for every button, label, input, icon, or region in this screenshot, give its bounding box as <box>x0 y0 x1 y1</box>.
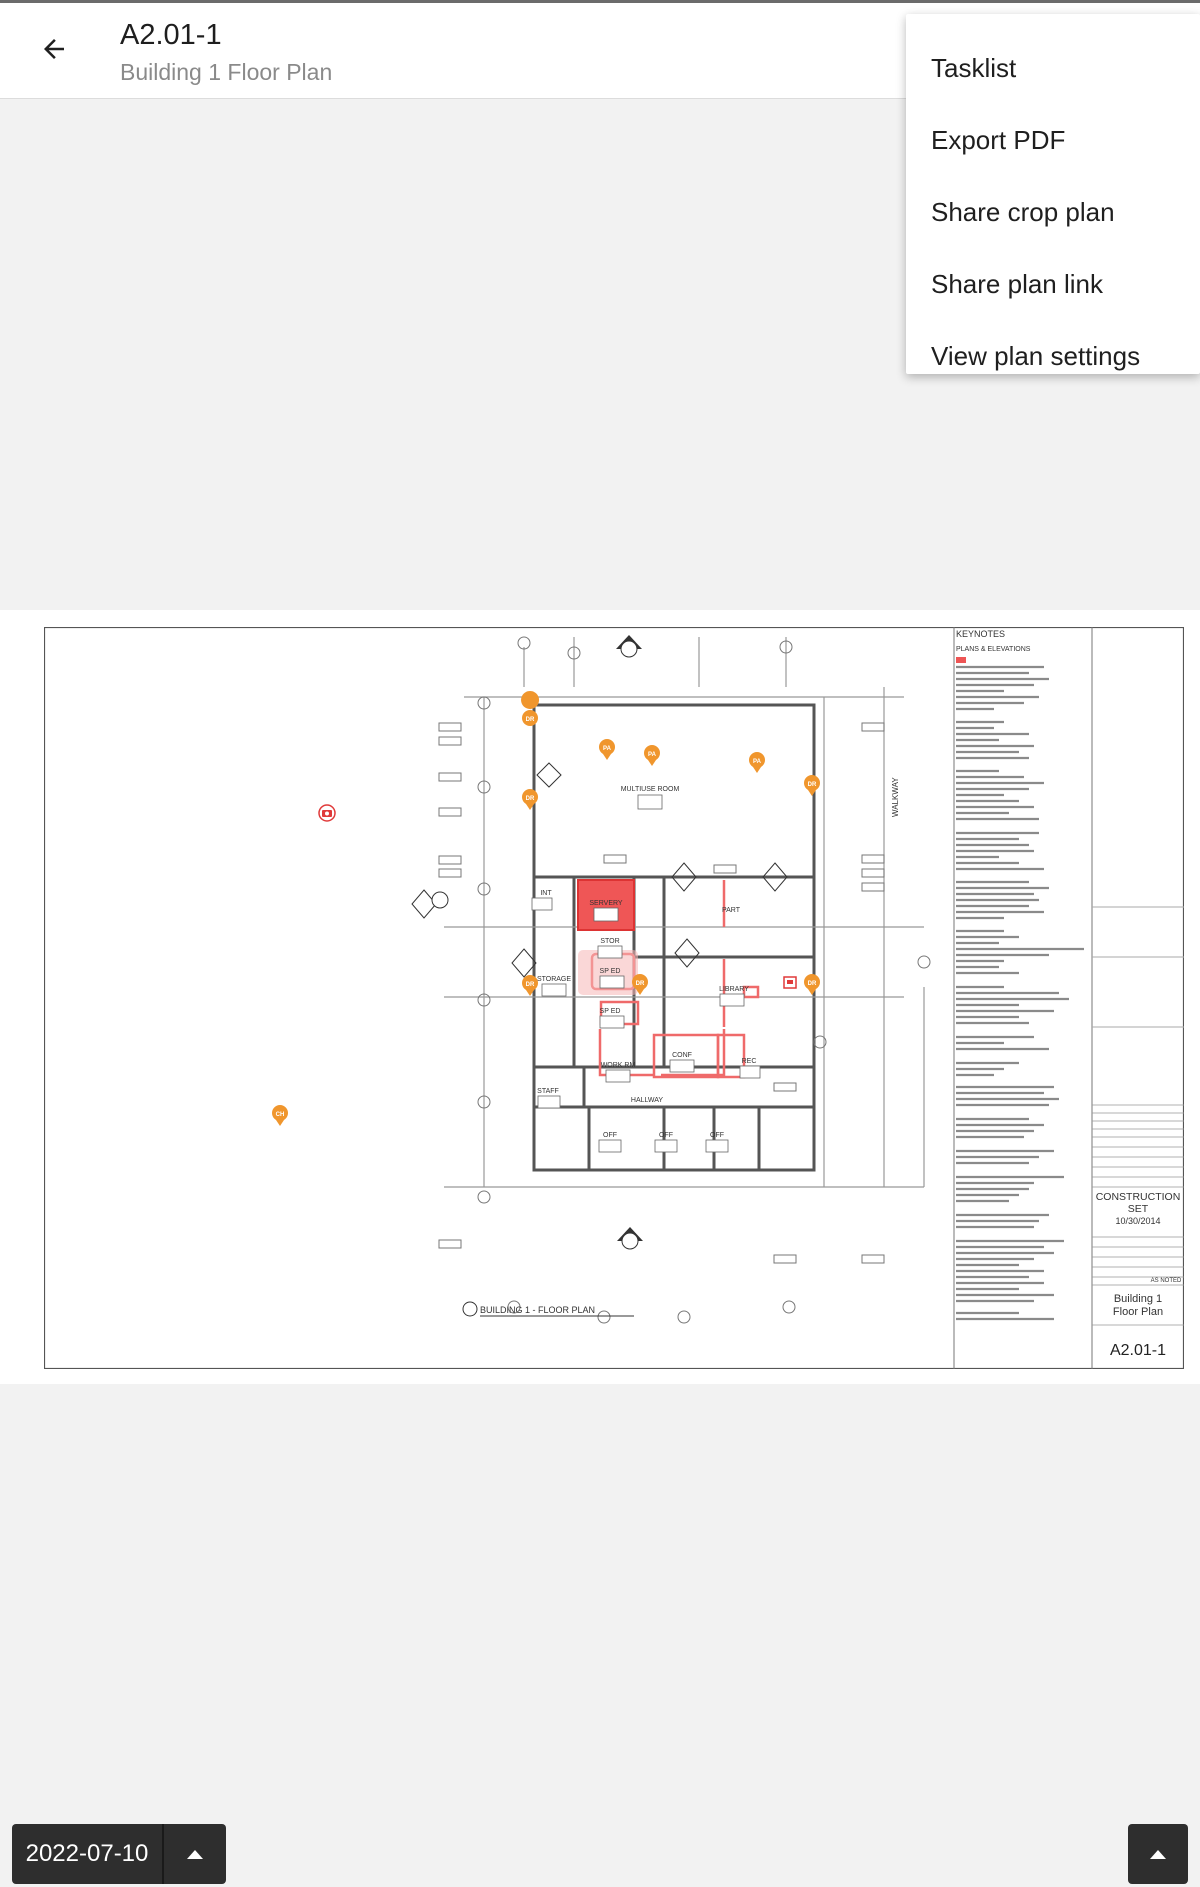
svg-text:DR: DR <box>526 717 535 723</box>
date-expand-button[interactable] <box>164 1824 226 1884</box>
svg-text:DR: DR <box>808 782 817 788</box>
room-label-stor: STOR <box>600 938 619 945</box>
page-subtitle: Building 1 Floor Plan <box>120 59 333 85</box>
title-block-set-line-2: SET <box>1128 1203 1149 1215</box>
title-block-set-date: 10/30/2014 <box>1115 1216 1160 1226</box>
room-label-hallway: HALLWAY <box>631 1097 663 1104</box>
svg-text:PA: PA <box>753 759 762 765</box>
expand-panel-button[interactable] <box>1128 1824 1188 1884</box>
room-label-sped-2: SP ED <box>600 1008 621 1015</box>
room-label-work: WORK RM <box>601 1062 636 1069</box>
floor-plan-drawing[interactable]: CONSTRUCTION SET 10/30/2014 AS NOTED Bui… <box>44 627 1184 1369</box>
room-label-int: INT <box>540 890 552 897</box>
menu-item-share-crop-plan[interactable]: Share crop plan <box>906 176 1200 248</box>
menu-item-export-pdf[interactable]: Export PDF <box>906 104 1200 176</box>
svg-text:DR: DR <box>636 981 645 987</box>
walkway-label: WALKWAY <box>891 777 900 817</box>
triangle-up-icon <box>187 1849 203 1859</box>
svg-text:PA: PA <box>648 752 657 758</box>
room-label-sped-1: SP ED <box>600 968 621 975</box>
svg-text:PA: PA <box>603 746 612 752</box>
room-label-staff: STAFF <box>537 1088 559 1095</box>
menu-item-view-plan-settings[interactable]: View plan settings <box>906 320 1200 392</box>
title-block-sheet-title-1: Building 1 <box>1114 1293 1162 1305</box>
room-label-off-1: OFF <box>603 1132 617 1139</box>
title-block-sheet-title-2: Floor Plan <box>1113 1306 1163 1318</box>
room-label-rec: REC <box>742 1058 757 1065</box>
plan-viewer[interactable]: CONSTRUCTION SET 10/30/2014 AS NOTED Bui… <box>0 610 1200 1384</box>
svg-text:DR: DR <box>526 982 535 988</box>
svg-text:DR: DR <box>526 796 535 802</box>
room-label-part: PART <box>722 907 741 914</box>
room-label-multiuse: MULTIUSE ROOM <box>621 786 680 793</box>
back-button[interactable] <box>30 25 78 73</box>
room-label-storage: STORAGE <box>537 976 571 983</box>
menu-item-share-plan-link[interactable]: Share plan link <box>906 248 1200 320</box>
room-label-library: LIBRARY <box>719 986 749 993</box>
plan-caption: BUILDING 1 - FLOOR PLAN <box>480 1305 595 1315</box>
room-label-off-2: OFF <box>659 1132 673 1139</box>
title-block-set-line-1: CONSTRUCTION <box>1096 1191 1181 1203</box>
title-block-scale: AS NOTED <box>1151 1278 1182 1284</box>
keynotes-subtitle: PLANS & ELEVATIONS <box>956 646 1031 653</box>
overflow-menu: Tasklist Export PDF Share crop plan Shar… <box>906 14 1200 374</box>
page-title: A2.01-1 <box>120 19 222 51</box>
room-label-off-3: OFF <box>710 1132 724 1139</box>
svg-text:DR: DR <box>808 981 817 987</box>
keynotes-title: KEYNOTES <box>956 629 1005 639</box>
svg-text:CH: CH <box>276 1112 285 1118</box>
triangle-up-icon <box>1150 1849 1166 1859</box>
arrow-left-icon <box>44 39 64 59</box>
date-label: 2022-07-10 <box>12 1824 164 1884</box>
date-selector[interactable]: 2022-07-10 <box>12 1824 226 1884</box>
camera-pin[interactable] <box>318 804 336 822</box>
menu-item-tasklist[interactable]: Tasklist <box>906 32 1200 104</box>
title-block-sheet-number: A2.01-1 <box>1110 1342 1166 1359</box>
camera-pin[interactable] <box>783 976 797 989</box>
room-label-conf: CONF <box>672 1052 692 1059</box>
room-label-servery: SERVERY <box>589 900 623 907</box>
